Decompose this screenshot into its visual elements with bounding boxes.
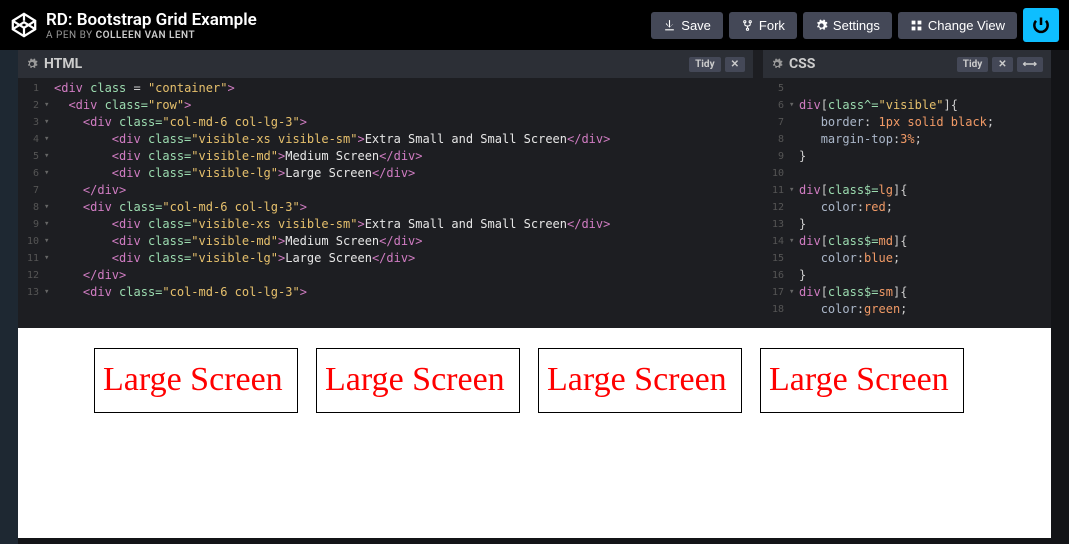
title-block: RD: Bootstrap Grid Example A PEN BY Coll… (46, 10, 257, 41)
preview-card: Large Screen (316, 348, 520, 413)
css-pane: CSS Tidy ✕ ⟷ 56▾div[class^="visible"]{7 … (763, 50, 1051, 328)
codepen-logo-icon (10, 11, 38, 39)
html-editor[interactable]: 1<div class = "container">2▾ <div class=… (18, 78, 753, 328)
css-tidy-button[interactable]: Tidy (957, 57, 989, 72)
preview-card-text: Large Screen (103, 359, 293, 402)
top-header: RD: Bootstrap Grid Example A PEN BY Coll… (0, 0, 1069, 50)
preview-frame: Large Screen Large Screen Large Screen Larg… (18, 328, 1051, 538)
os-edge-strip (0, 50, 18, 544)
css-pane-label: CSS (789, 56, 815, 72)
css-close-button[interactable]: ✕ (992, 57, 1012, 72)
fork-button[interactable]: Fork (729, 12, 797, 39)
preview-card: Large Screen (538, 348, 742, 413)
preview-card: Large Screen (760, 348, 964, 413)
gear-icon[interactable] (771, 58, 783, 70)
preview-card-text: Large Screen (769, 359, 959, 402)
html-pane: HTML Tidy ✕ 1<div class = "container">2▾… (18, 50, 753, 328)
css-extra-button[interactable]: ⟷ (1017, 57, 1043, 72)
css-editor[interactable]: 56▾div[class^="visible"]{7 border: 1px s… (763, 78, 1051, 328)
html-tidy-button[interactable]: Tidy (689, 57, 721, 72)
preview-card: Large Screen (94, 348, 298, 413)
settings-button[interactable]: Settings (803, 12, 892, 39)
pen-title: RD: Bootstrap Grid Example (46, 10, 257, 30)
preview-card-text: Large Screen (547, 359, 737, 402)
html-close-button[interactable]: ✕ (725, 57, 745, 72)
change-view-button[interactable]: Change View (898, 12, 1017, 39)
html-pane-header: HTML Tidy ✕ (18, 50, 753, 78)
save-button[interactable]: Save (651, 12, 723, 39)
css-pane-header: CSS Tidy ✕ ⟷ (763, 50, 1051, 78)
power-button[interactable] (1023, 8, 1059, 42)
pen-byline: A PEN BY Colleen van Lent (46, 30, 257, 41)
preview-card-text: Large Screen (325, 359, 515, 402)
author-link[interactable]: Colleen van Lent (96, 30, 196, 41)
html-pane-label: HTML (44, 56, 82, 72)
gear-icon[interactable] (26, 58, 38, 70)
editors-row: HTML Tidy ✕ 1<div class = "container">2▾… (18, 50, 1051, 328)
